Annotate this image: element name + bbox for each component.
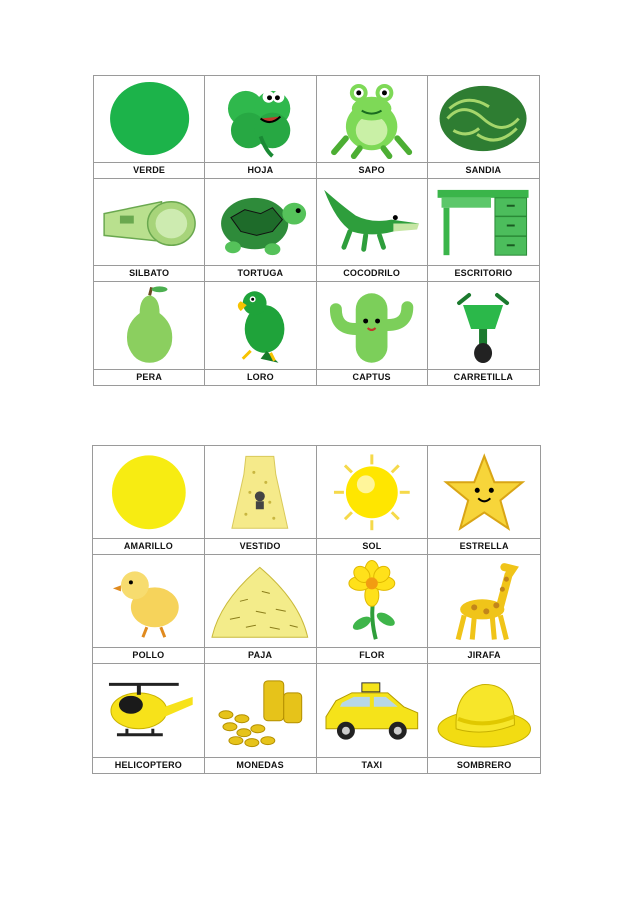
card-label: HELICOPTERO [93,757,204,773]
card-sandia: SANDIA [427,76,539,179]
chick-icon [112,571,179,638]
card-label: AMARILLO [93,538,204,554]
turtle-icon [220,198,306,256]
card-amarillo: AMARILLO [93,446,205,555]
crocodile-icon [324,190,420,253]
card-jirafa: JIRAFA [428,555,540,664]
helicopter-icon [108,682,193,736]
card-cocodrilo: COCODRILO [316,179,428,282]
cactus-icon [329,293,414,364]
card-label: LORO [205,369,316,385]
card-label: VERDE [94,162,205,178]
card-label: PERA [94,369,205,385]
card-escritorio: ESCRITORIO [427,179,539,282]
green-vocabulary-grid: VERDE HOJA SAPO SANDIA SILBATO TORTUGA C… [93,75,540,386]
card-carretilla: CARRETILLA [427,282,539,385]
flower-icon [348,559,396,640]
card-sol: SOL [316,446,429,555]
card-label: VESTIDO [204,538,316,554]
dress-icon [231,455,289,529]
pear-icon [126,286,172,364]
card-label: ESTRELLA [428,538,540,554]
card-label: TORTUGA [205,265,316,281]
wheelbarrow-icon [457,293,510,364]
card-helicoptero: HELICOPTERO [93,664,205,773]
card-label: POLLO [93,647,204,663]
card-label: JIRAFA [428,647,540,663]
card-label: SAPO [316,162,427,178]
card-label: SANDIA [427,162,539,178]
card-paja: PAJA [204,555,317,664]
yellow-vocabulary-grid: AMARILLO VESTIDO SOL ESTRELLA POLLO PAJA… [92,445,541,774]
coins-icon [218,680,303,747]
star-icon [443,452,526,531]
card-label: SOL [316,538,428,554]
card-silbato: SILBATO [94,179,206,282]
card-label: MONEDAS [204,757,316,773]
frog-icon [331,84,413,159]
card-label: SILBATO [94,265,205,281]
card-tortuga: TORTUGA [205,179,317,282]
card-captus: CAPTUS [316,282,428,385]
card-label: ESCRITORIO [427,265,539,281]
card-label: TAXI [316,757,428,773]
card-hoja: HOJA [205,76,317,179]
straw-pile-icon [211,566,309,638]
card-estrella: ESTRELLA [428,446,540,555]
card-label: FLOR [316,647,428,663]
card-label: COCODRILO [316,265,427,281]
card-label: HOJA [205,162,316,178]
card-pera: PERA [94,282,206,385]
clover-leaf-icon [227,91,291,159]
card-label: PAJA [204,647,316,663]
desk-icon [437,190,529,257]
green-circle-icon [109,82,189,156]
sun-icon [333,454,410,530]
card-vestido: VESTIDO [204,446,317,555]
taxi-icon [325,682,419,740]
card-pollo: POLLO [93,555,205,664]
card-label: CAPTUS [316,369,427,385]
yellow-circle-icon [111,455,186,529]
giraffe-icon [455,562,519,640]
card-label: CARRETILLA [427,369,539,385]
hat-icon [437,683,531,748]
card-sapo: SAPO [316,76,428,179]
card-label: SOMBRERO [428,757,540,773]
card-flor: FLOR [316,555,429,664]
card-verde: VERDE [94,76,206,179]
card-taxi: TAXI [316,664,429,773]
whistle-icon [102,201,196,247]
parrot-icon [237,291,285,364]
card-monedas: MONEDAS [204,664,317,773]
card-sombrero: SOMBRERO [428,664,540,773]
card-loro: LORO [205,282,317,385]
watermelon-icon [439,86,527,152]
